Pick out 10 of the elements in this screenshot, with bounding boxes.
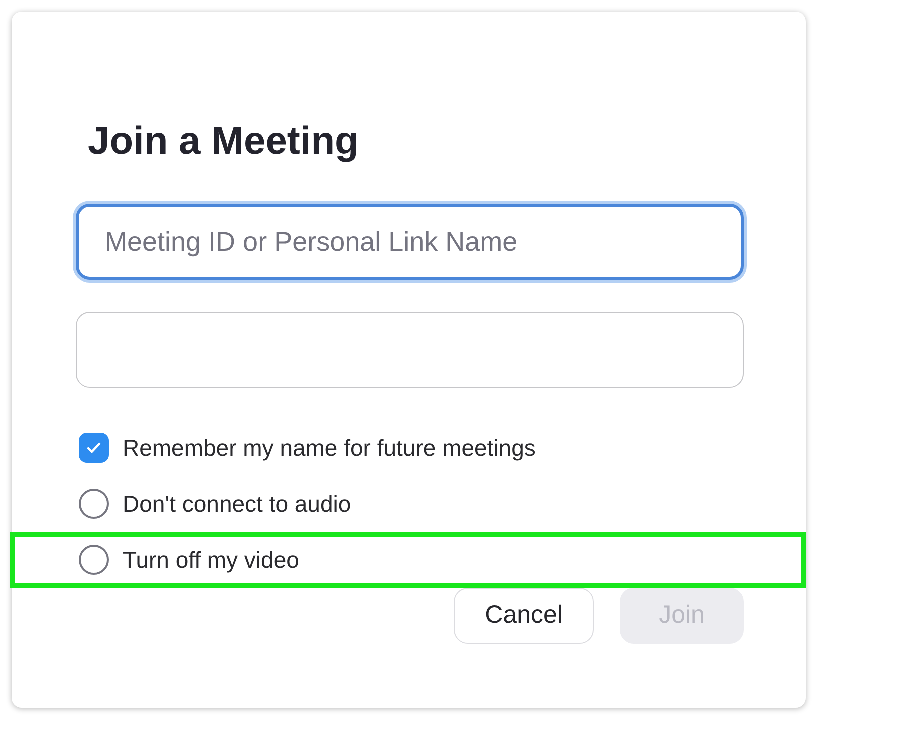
cancel-button[interactable]: Cancel (454, 588, 594, 644)
checkbox[interactable] (79, 433, 109, 463)
input-field[interactable] (76, 312, 744, 388)
dialog-title: Join a Meeting (88, 119, 360, 165)
checkbox-label[interactable]: Remember my name for future meetings (123, 430, 536, 466)
checkbox-label[interactable]: Don't connect to audio (123, 486, 352, 522)
checkbox[interactable] (79, 489, 109, 519)
input-field[interactable]: Meeting ID or Personal Link Name (76, 204, 744, 280)
checkbox-label[interactable]: Turn off my video (123, 542, 300, 578)
checkbox[interactable] (79, 545, 109, 575)
